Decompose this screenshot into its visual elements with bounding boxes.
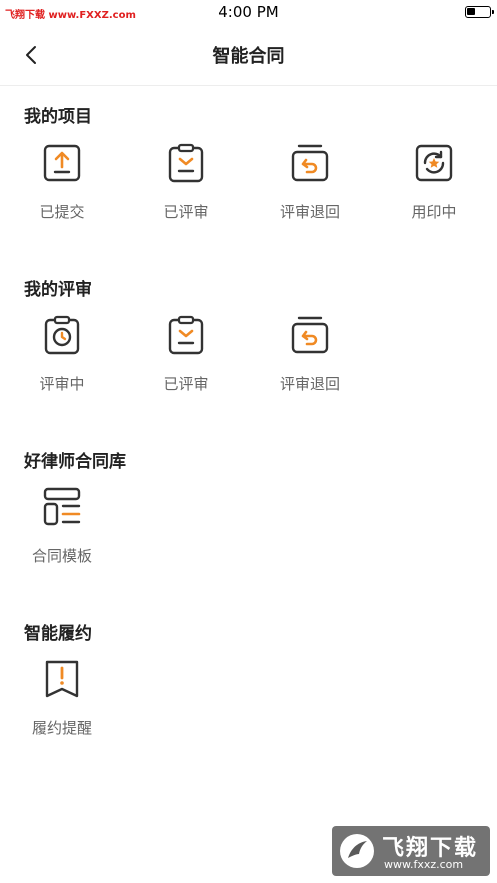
- item-contract-templates[interactable]: 合同模板: [12, 487, 112, 577]
- item-in-review[interactable]: 评审中: [12, 315, 112, 405]
- checked-clipboard-icon: [168, 315, 204, 355]
- nav-bar: 智能合同: [0, 26, 497, 86]
- item-stamping[interactable]: 用印中: [384, 143, 484, 233]
- section-title-contract-library: 好律师合同库: [24, 452, 126, 472]
- checked-clipboard-icon: [168, 143, 204, 183]
- section-title-smart-fulfillment: 智能履约: [24, 624, 92, 644]
- item-reviewed[interactable]: 已评审: [136, 143, 236, 233]
- item-label: 评审退回: [279, 203, 340, 221]
- item-review-returned[interactable]: 评审退回: [260, 143, 360, 233]
- watermark-url: www.fxxz.com: [384, 858, 464, 871]
- battery-icon: [465, 6, 494, 18]
- item-label: 合同模板: [31, 547, 92, 565]
- stamp-refresh-icon: [415, 144, 453, 182]
- watermark-bottom: 飞翔下载 www.fxxz.com: [332, 826, 490, 876]
- item-review-returned[interactable]: 评审退回: [260, 315, 360, 405]
- status-time: 4:00 PM: [218, 3, 279, 21]
- template-layout-icon: [43, 487, 81, 526]
- watermark-logo-icon: [340, 834, 374, 868]
- upload-clipboard-icon: [43, 144, 81, 182]
- return-tray-icon: [291, 144, 329, 182]
- return-tray-icon: [291, 316, 329, 354]
- page-title: 智能合同: [212, 46, 285, 67]
- item-label: 已提交: [39, 203, 85, 221]
- item-submitted[interactable]: 已提交: [12, 143, 112, 233]
- reminder-bookmark-icon: [45, 660, 79, 698]
- item-label: 用印中: [411, 203, 457, 221]
- item-label: 已评审: [163, 203, 209, 221]
- item-label: 评审中: [39, 375, 85, 393]
- clock-clipboard-icon: [44, 315, 80, 355]
- section-title-my-projects: 我的项目: [24, 107, 92, 127]
- item-fulfillment-reminder[interactable]: 履约提醒: [12, 659, 112, 749]
- item-label: 已评审: [163, 375, 209, 393]
- item-label: 评审退回: [279, 375, 340, 393]
- section-title-my-reviews: 我的评审: [24, 280, 92, 300]
- status-bar: 飞翔下载 www.FXXZ.com 4:00 PM: [0, 0, 497, 26]
- item-reviewed[interactable]: 已评审: [136, 315, 236, 405]
- item-label: 履约提醒: [31, 719, 92, 737]
